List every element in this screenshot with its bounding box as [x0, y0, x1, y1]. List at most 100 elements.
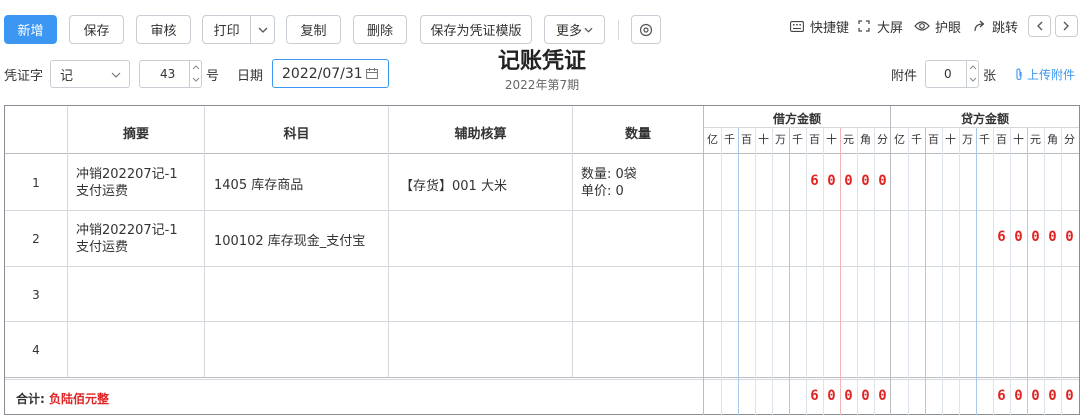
row-number: 3 — [32, 288, 40, 302]
amount-unit-label: 角 — [860, 133, 871, 146]
keyboard-icon — [789, 18, 805, 34]
audit-button[interactable]: 审核 — [136, 15, 191, 44]
add-button[interactable]: 新增 — [4, 15, 57, 44]
eye-care-tool[interactable]: 护眼 — [914, 15, 961, 37]
credit-amount-digit: 0 — [1048, 229, 1057, 245]
attachment-count-stepper[interactable]: 0 — [925, 60, 979, 88]
amount-digit-divider — [1010, 128, 1011, 415]
amount-digit-divider — [1061, 128, 1062, 415]
attachment-unit: 张 — [983, 69, 997, 84]
account-header: 科目 — [283, 127, 310, 142]
amount-digit-divider — [840, 128, 841, 415]
amount-unit-label: 万 — [775, 133, 786, 146]
debit-amount-digit: 0 — [861, 173, 870, 189]
caret-up-icon[interactable] — [192, 65, 200, 70]
chevron-down-icon — [258, 27, 268, 33]
aux-header: 辅助核算 — [454, 127, 507, 142]
delete-button[interactable]: 删除 — [353, 15, 407, 44]
caret-down-icon[interactable] — [969, 77, 977, 82]
print-dropdown[interactable] — [250, 16, 274, 43]
amount-unit-label: 十 — [758, 133, 769, 146]
summary-cell[interactable]: 冲销202207记-1 支付运费 — [76, 222, 178, 256]
total-credit-digit: 0 — [1065, 388, 1074, 404]
attachment-label: 附件 — [891, 69, 918, 84]
amount-digit-divider — [1027, 128, 1028, 415]
voucher-word-select[interactable]: 记 — [50, 60, 130, 88]
toolbar-divider — [618, 20, 619, 40]
voucher-table — [4, 105, 1080, 415]
row-divider — [5, 153, 1079, 154]
col-divider — [388, 106, 389, 377]
save-button[interactable]: 保存 — [69, 15, 124, 44]
next-voucher-button[interactable] — [1055, 15, 1078, 37]
amount-digit-divider — [1044, 128, 1045, 415]
voucher-number-stepper[interactable]: 43 — [139, 60, 202, 88]
debit-amount-digit: 0 — [844, 173, 853, 189]
total-label-text: 合计: — [16, 392, 45, 406]
amount-unit-label: 百 — [809, 133, 820, 146]
shortcut-tool[interactable]: 快捷键 — [789, 15, 849, 37]
col-divider — [204, 106, 205, 377]
col-divider — [890, 106, 891, 415]
date-input[interactable]: 2022/07/31 — [272, 59, 389, 88]
summary-line: 支付运费 — [76, 240, 129, 255]
debit-amount-digit: 0 — [827, 173, 836, 189]
col-divider — [703, 106, 704, 415]
voucher-word-label: 凭证字 — [4, 69, 44, 84]
prev-voucher-button[interactable] — [1028, 15, 1051, 37]
amount-unit-label: 百 — [928, 133, 939, 146]
amount-digit-divider — [857, 128, 858, 415]
amount-unit-label: 十 — [1013, 133, 1024, 146]
more-button[interactable]: 更多 — [544, 15, 605, 44]
eye-icon — [914, 18, 930, 34]
credit-amount-digit: 6 — [997, 229, 1006, 245]
qty-cell[interactable]: 数量: 0袋 单价: 0 — [581, 166, 637, 200]
account-cell[interactable]: 1405 库存商品 — [214, 174, 303, 193]
voucher-number-value: 43 — [160, 67, 176, 81]
total-debit-digit: 0 — [861, 388, 870, 404]
debit-amount-digit: 6 — [810, 173, 819, 189]
amount-digit-divider — [993, 128, 994, 415]
amount-unit-label: 千 — [792, 133, 803, 146]
chevron-down-icon — [111, 72, 121, 78]
amount-unit-label: 十 — [945, 133, 956, 146]
account-cell[interactable]: 100102 库存现金_支付宝 — [214, 230, 365, 249]
copy-button[interactable]: 复制 — [286, 15, 341, 44]
aux-cell[interactable]: 【存货】001 大米 — [400, 175, 507, 194]
total-debit-digit: 0 — [844, 388, 853, 404]
jump-tool[interactable]: 跳转 — [971, 15, 1018, 37]
number-stepper-arrows[interactable] — [189, 61, 201, 87]
fullscreen-tool[interactable]: 大屏 — [856, 15, 903, 37]
amount-unit-label: 元 — [1030, 133, 1041, 146]
jump-label: 跳转 — [992, 20, 1019, 36]
amount-digit-divider — [959, 128, 960, 415]
amount-unit-label: 千 — [979, 133, 990, 146]
credit-amount-digit: 0 — [1065, 229, 1074, 245]
debit-amount-digit: 0 — [878, 173, 887, 189]
credit-amount-digit: 0 — [1031, 229, 1040, 245]
print-button[interactable]: 打印 — [202, 15, 275, 44]
settings-button[interactable] — [631, 15, 661, 44]
qty-header: 数量 — [624, 127, 651, 142]
attachment-stepper-arrows[interactable] — [966, 61, 978, 87]
amount-unit-label: 千 — [724, 133, 735, 146]
total-credit-digit: 0 — [1048, 388, 1057, 404]
total-debit-digit: 0 — [878, 388, 887, 404]
amount-digit-divider — [738, 128, 739, 415]
total-debit-digit: 0 — [827, 388, 836, 404]
amount-digit-divider — [942, 128, 943, 415]
amount-unit-label: 万 — [962, 133, 973, 146]
total-credit-digit: 6 — [997, 388, 1006, 404]
summary-cell[interactable]: 冲销202207记-1 支付运费 — [76, 166, 178, 200]
total-credit-digit: 0 — [1014, 388, 1023, 404]
total-divider — [5, 379, 1079, 380]
row-divider — [5, 210, 1079, 211]
chevron-right-icon — [1063, 21, 1069, 31]
calendar-icon[interactable] — [366, 68, 378, 79]
caret-up-icon[interactable] — [969, 65, 977, 70]
upload-attachment-link[interactable]: 上传附件 — [1014, 66, 1075, 83]
number-suffix: 号 — [206, 69, 220, 84]
date-value: 2022/07/31 — [282, 65, 363, 82]
caret-down-icon[interactable] — [192, 77, 200, 82]
save-template-button[interactable]: 保存为凭证模版 — [420, 15, 532, 44]
